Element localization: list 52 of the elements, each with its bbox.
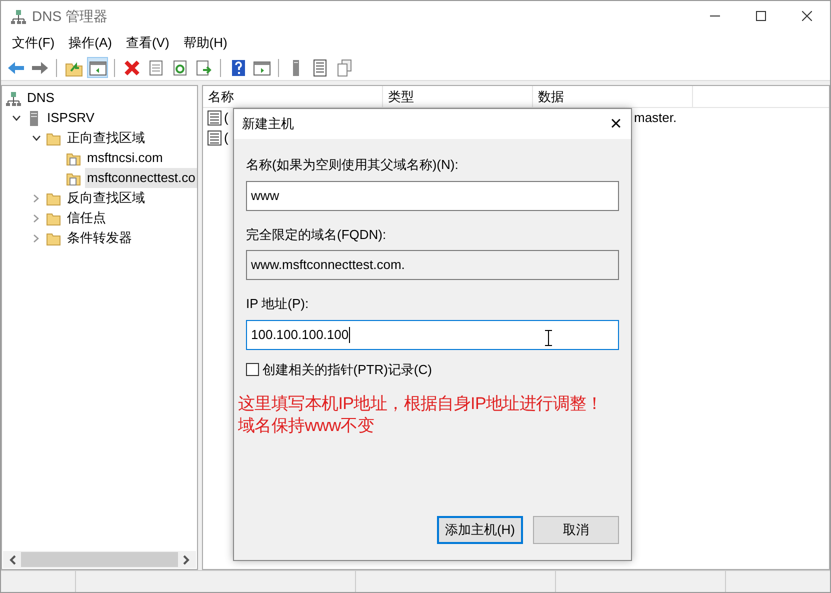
dialog-title: 新建主机 — [242, 115, 294, 134]
expand-chevron-icon[interactable] — [33, 214, 39, 222]
record-icon — [207, 130, 222, 146]
name-field[interactable]: www — [246, 180, 619, 210]
add-host-button[interactable]: 添加主机(H) — [437, 516, 523, 544]
cancel-button[interactable]: 取消 — [533, 516, 619, 544]
menu-item[interactable]: 文件(F) — [5, 33, 62, 53]
tree-item[interactable]: DNS — [25, 88, 56, 108]
folder-icon — [46, 130, 61, 146]
zone-icon — [66, 150, 81, 166]
collapse-chevron-icon[interactable] — [32, 135, 40, 141]
tree-item[interactable]: msftncsi.com — [85, 148, 165, 168]
scrollbar-thumb[interactable] — [21, 552, 178, 567]
window-title: DNS 管理器 — [32, 6, 108, 26]
scroll-left-icon[interactable] — [9, 554, 17, 564]
fqdn-field[interactable]: www.msftconnecttest.com. — [246, 250, 619, 280]
scroll-right-icon[interactable] — [182, 554, 190, 564]
field-label: 名称(如果为空则使用其父域名称)(N): — [246, 156, 460, 174]
folder-icon — [46, 230, 61, 246]
menu-item[interactable]: 帮助(H) — [176, 33, 234, 53]
tree-item[interactable]: ISPSRV — [45, 108, 96, 128]
close-icon[interactable] — [802, 10, 812, 21]
field-label: IP 地址(P): — [246, 295, 310, 313]
table-cell-text: master. — [634, 109, 677, 128]
app-icon — [11, 8, 26, 24]
tree-item[interactable]: 条件转发器 — [65, 228, 134, 248]
menu-item[interactable]: 查看(V) — [118, 33, 176, 53]
tree-item[interactable]: 反向查找区域 — [65, 188, 147, 208]
close-button[interactable]: × — [601, 114, 631, 134]
tree-item[interactable]: 正向查找区域 — [65, 128, 147, 148]
text-cursor-icon — [545, 330, 552, 346]
maximize-icon[interactable] — [756, 10, 766, 21]
field-label: 完全限定的域名(FQDN): — [246, 226, 388, 244]
tree-item[interactable]: msftconnecttest.co — [85, 168, 197, 188]
table-cell-text: ( — [224, 109, 228, 128]
annotation-text: 这里填写本机IP地址，根据自身IP地址进行调整！域名保持www不变 — [238, 393, 604, 437]
network-icon — [6, 90, 21, 106]
ptr-checkbox[interactable] — [246, 362, 259, 376]
ip-address-field[interactable]: 100.100.100.100 — [246, 320, 619, 350]
text-caret — [348, 326, 350, 342]
folder-icon — [46, 190, 61, 206]
folder-icon — [46, 210, 61, 226]
expand-chevron-icon[interactable] — [33, 194, 39, 202]
zone-icon — [66, 170, 81, 186]
tree-item[interactable]: 信任点 — [65, 208, 108, 228]
collapse-chevron-icon[interactable] — [12, 115, 20, 121]
expand-chevron-icon[interactable] — [33, 234, 39, 242]
horizontal-scrollbar[interactable] — [3, 551, 196, 568]
record-icon — [207, 110, 222, 126]
checkbox-label[interactable]: 创建相关的指针(PTR)记录(C) — [262, 360, 432, 379]
table-cell-text: ( — [224, 129, 228, 148]
menu-item[interactable]: 操作(A) — [62, 33, 119, 53]
